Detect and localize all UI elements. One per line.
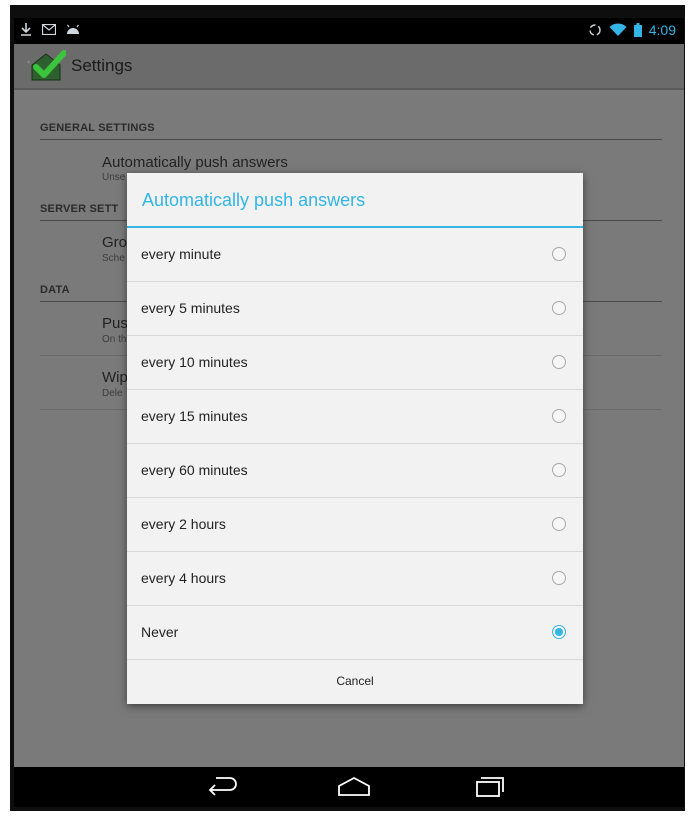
radio-button[interactable] xyxy=(552,301,566,315)
option-label: every 60 minutes xyxy=(141,462,248,478)
radio-button[interactable] xyxy=(552,571,566,585)
option-label: every 10 minutes xyxy=(141,354,248,370)
dialog-title-bar: Automatically push answers xyxy=(127,173,583,228)
pref-summary: Sche xyxy=(102,253,125,264)
section-divider xyxy=(40,139,662,140)
pref-title: Automatically push answers xyxy=(102,154,288,171)
cancel-label: Cancel xyxy=(336,674,374,688)
section-header-data: DATA xyxy=(40,284,70,296)
pref-summary: On th xyxy=(102,334,127,345)
section-header-server: SERVER SETT xyxy=(40,203,119,215)
recent-apps-icon[interactable] xyxy=(469,775,509,799)
radio-button-selected[interactable] xyxy=(552,625,566,639)
pref-summary: Dele xyxy=(102,388,123,399)
pref-summary: Unse xyxy=(102,172,126,183)
option-every-minute[interactable]: every minute xyxy=(127,228,583,282)
option-every-15-minutes[interactable]: every 15 minutes xyxy=(127,390,583,444)
action-bar: Settings xyxy=(14,44,684,90)
option-every-4-hours[interactable]: every 4 hours xyxy=(127,552,583,606)
cancel-button[interactable]: Cancel xyxy=(127,660,583,706)
pref-title: Wip xyxy=(102,369,128,386)
option-label: every 2 hours xyxy=(141,516,226,532)
option-every-5-minutes[interactable]: every 5 minutes xyxy=(127,282,583,336)
android-icon xyxy=(67,24,79,34)
gmail-icon xyxy=(42,23,56,35)
option-label: every 15 minutes xyxy=(141,408,248,424)
option-every-2-hours[interactable]: every 2 hours xyxy=(127,498,583,552)
radio-button[interactable] xyxy=(552,247,566,261)
push-interval-dialog: Automatically push answers every minute … xyxy=(127,173,583,704)
radio-button[interactable] xyxy=(552,517,566,531)
option-every-10-minutes[interactable]: every 10 minutes xyxy=(127,336,583,390)
option-label: every 4 hours xyxy=(141,570,226,586)
option-label: every 5 minutes xyxy=(141,300,240,316)
option-never[interactable]: Never xyxy=(127,606,583,660)
pref-title: Pus xyxy=(102,315,128,332)
app-logo-icon[interactable] xyxy=(26,49,66,83)
radio-button[interactable] xyxy=(552,409,566,423)
option-label: every minute xyxy=(141,246,222,262)
home-icon[interactable] xyxy=(334,775,374,799)
download-icon xyxy=(21,23,31,36)
status-time: 4:09 xyxy=(648,22,676,38)
status-bar: 4:09 xyxy=(14,18,684,44)
navigation-bar xyxy=(14,767,684,807)
radio-button[interactable] xyxy=(552,355,566,369)
wifi-icon xyxy=(609,23,627,36)
battery-icon xyxy=(633,23,642,37)
back-icon[interactable] xyxy=(202,775,242,799)
dialog-title: Automatically push answers xyxy=(142,190,366,210)
sync-icon xyxy=(589,24,601,36)
page-title: Settings xyxy=(71,56,133,75)
radio-button[interactable] xyxy=(552,463,566,477)
option-every-60-minutes[interactable]: every 60 minutes xyxy=(127,444,583,498)
option-label: Never xyxy=(141,624,179,640)
section-header-general: GENERAL SETTINGS xyxy=(40,122,155,134)
